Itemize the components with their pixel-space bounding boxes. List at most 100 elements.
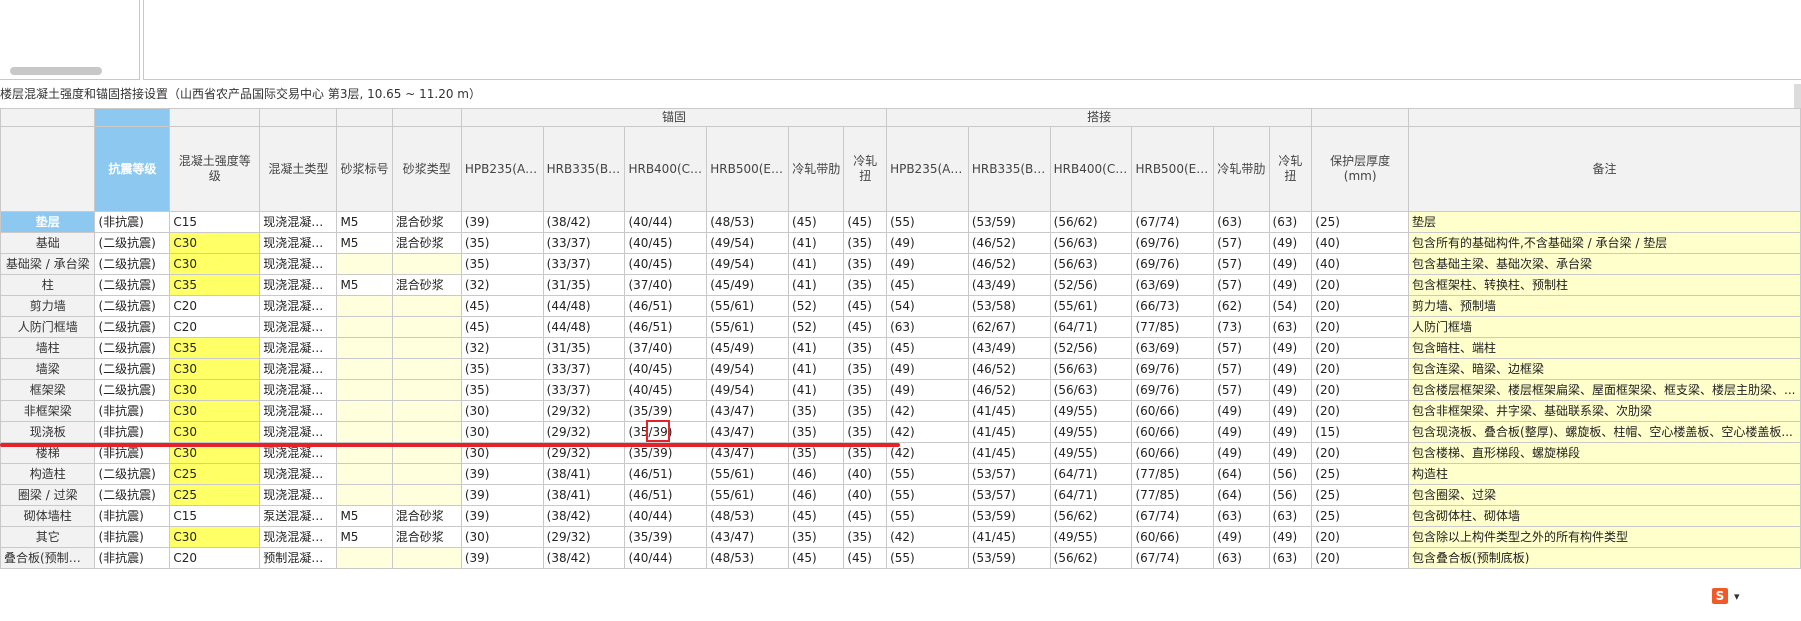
anchor-cell[interactable]: (29/32) [542,421,626,443]
lap-cell[interactable]: (49/55) [1049,421,1133,443]
cover-cell[interactable]: (20) [1311,547,1410,569]
anchor-cell[interactable]: (30) [460,526,544,548]
table-row[interactable]: 其它 (非抗震) C30 现浇混凝土... M5 混合砂浆 (30) (29/32) (35/3… [0,526,1801,548]
anchor-cell[interactable]: (41) [788,253,845,275]
anchor-cell[interactable]: (45) [843,505,888,527]
note-header[interactable]: 备注 [1408,126,1801,212]
anchor-cell[interactable]: (40) [843,484,888,506]
lap-cell[interactable]: (43/49) [967,337,1051,359]
cover-cell[interactable]: (20) [1311,316,1410,338]
lap-cell[interactable]: (54) [1268,295,1313,317]
anchor-cell[interactable]: (30) [460,421,544,443]
lap-cell[interactable]: (77/85) [1131,484,1215,506]
mortar-grade-cell[interactable]: M5 [336,526,393,548]
lap-hpb235-header[interactable]: HPB235(A)... [886,126,969,212]
lap-cell[interactable]: (53/59) [967,547,1051,569]
mortar-type-cell[interactable] [391,358,462,380]
concrete-type-cell[interactable]: 现浇混凝土... [259,463,338,485]
concrete-grade-cell[interactable]: C30 [169,400,261,422]
anchor-cell[interactable]: (41) [788,358,845,380]
anchor-cold-ribbed-header[interactable]: 冷轧带肋 [788,126,845,212]
lap-cell[interactable]: (49/55) [1049,442,1133,464]
cover-cell[interactable]: (15) [1311,421,1410,443]
anchor-cell[interactable]: (43/47) [706,526,790,548]
lap-cold-ribbed-header[interactable]: 冷轧带肋 [1213,126,1270,212]
note-cell[interactable]: 人防门框墙 [1408,316,1801,338]
row-header[interactable]: 人防门框墙 [0,316,96,338]
table-row[interactable]: 剪力墙 (二级抗震) C20 现浇混凝土... (45) (44/48) (46/51) (5… [0,295,1801,317]
lap-cell[interactable]: (56/63) [1049,232,1133,254]
concrete-grade-cell[interactable]: C35 [169,274,261,296]
seismic-cell[interactable]: (二级抗震) [94,295,171,317]
lap-cell[interactable]: (41/45) [967,400,1051,422]
concrete-type-cell[interactable]: 现浇混凝土... [259,526,338,548]
anchor-cell[interactable]: (48/53) [706,505,790,527]
cover-cell[interactable]: (20) [1311,274,1410,296]
lap-cell[interactable]: (57) [1213,232,1270,254]
row-header[interactable]: 构造柱 [0,463,96,485]
anchor-cell[interactable]: (55/61) [706,463,790,485]
cover-cell[interactable]: (25) [1311,505,1410,527]
concrete-type-cell[interactable]: 现浇混凝土... [259,337,338,359]
lap-cell[interactable]: (77/85) [1131,463,1215,485]
lap-cell[interactable]: (49) [1268,232,1313,254]
lap-cell[interactable]: (66/73) [1131,295,1215,317]
lap-cell[interactable]: (64/71) [1049,463,1133,485]
anchor-cell[interactable]: (39) [460,505,544,527]
anchor-cell[interactable]: (35) [843,358,888,380]
lap-cell[interactable]: (53/58) [967,295,1051,317]
anchor-cell[interactable]: (46/51) [624,295,708,317]
anchor-cell[interactable]: (39) [460,547,544,569]
lap-cell[interactable]: (49/55) [1049,526,1133,548]
lap-cell[interactable]: (49) [1213,421,1270,443]
anchor-cell[interactable]: (39) [460,211,544,233]
anchor-cell[interactable]: (49/54) [706,379,790,401]
concrete-grade-cell[interactable]: C30 [169,526,261,548]
anchor-cell[interactable]: (46/51) [624,484,708,506]
lap-cell[interactable]: (56/62) [1049,211,1133,233]
lap-cell[interactable]: (63/69) [1131,274,1215,296]
lap-cell[interactable]: (64/71) [1049,484,1133,506]
anchor-cell[interactable]: (46) [788,484,845,506]
lap-cell[interactable]: (57) [1213,358,1270,380]
lap-cell[interactable]: (64) [1213,484,1270,506]
anchor-cell[interactable]: (38/42) [542,547,626,569]
note-cell[interactable]: 包含框架柱、转换柱、预制柱 [1408,274,1801,296]
lap-cell[interactable]: (77/85) [1131,316,1215,338]
row-header[interactable]: 现浇板 [0,421,96,443]
lap-cell[interactable]: (69/76) [1131,379,1215,401]
lap-cell[interactable]: (56/62) [1049,505,1133,527]
mortar-type-cell[interactable]: 混合砂浆 [391,505,462,527]
lap-cell[interactable]: (49) [1213,400,1270,422]
table-row[interactable]: 构造柱 (二级抗震) C25 现浇混凝土... (39) (38/41) (46/51) (5… [0,463,1801,485]
lap-hrb400-header[interactable]: HRB400(C)... [1049,126,1133,212]
concrete-type-cell[interactable]: 现浇混凝土... [259,253,338,275]
lap-cell[interactable]: (62/67) [967,316,1051,338]
anchor-cell[interactable]: (35) [460,358,544,380]
lap-cell[interactable]: (42) [886,400,969,422]
seismic-cell[interactable]: (二级抗震) [94,484,171,506]
row-header[interactable]: 墙梁 [0,358,96,380]
lap-cell[interactable]: (54) [886,295,969,317]
lap-cell[interactable]: (42) [886,421,969,443]
row-header[interactable]: 基础梁 / 承台梁 [0,253,96,275]
anchor-cell[interactable]: (30) [460,400,544,422]
anchor-cold-twisted-header[interactable]: 冷轧扭 [843,126,888,212]
cover-cell[interactable]: (25) [1311,463,1410,485]
anchor-cell[interactable]: (49/54) [706,253,790,275]
anchor-cell[interactable]: (45) [788,547,845,569]
mortar-grade-cell[interactable]: M5 [336,211,393,233]
mortar-type-cell[interactable]: 混合砂浆 [391,232,462,254]
note-cell[interactable]: 包含砌体柱、砌体墙 [1408,505,1801,527]
table-row[interactable]: 砌体墙柱 (非抗震) C15 泵送混凝土... M5 混合砂浆 (39) (38/42) (40… [0,505,1801,527]
note-cell[interactable]: 包含所有的基础构件,不含基础梁 / 承台梁 / 垫层 [1408,232,1801,254]
lap-cell[interactable]: (41/45) [967,421,1051,443]
concrete-grade-cell[interactable]: C20 [169,547,261,569]
cover-cell[interactable]: (40) [1311,232,1410,254]
anchor-cell[interactable]: (35) [843,274,888,296]
mortar-grade-cell[interactable] [336,463,393,485]
concrete-type-cell[interactable]: 泵送混凝土... [259,505,338,527]
lap-cell[interactable]: (41/45) [967,526,1051,548]
mortar-type-cell[interactable] [391,295,462,317]
seismic-cell[interactable]: (非抗震) [94,421,171,443]
